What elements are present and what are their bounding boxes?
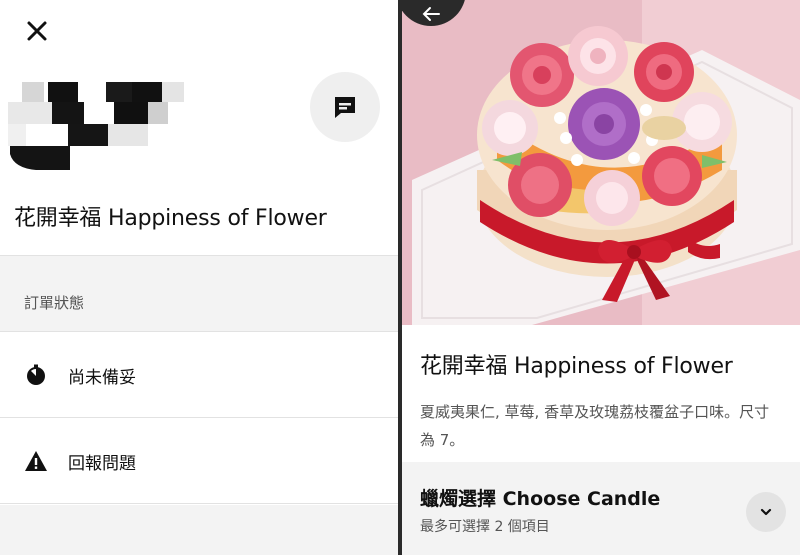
message-icon — [335, 97, 355, 118]
order-status-panel: 花開幸福 Happiness of Flower 訂單狀態 尚未備妥 回報問題 — [0, 0, 398, 555]
timer-icon — [27, 364, 45, 385]
bottom-band — [0, 505, 398, 555]
close-icon — [27, 21, 47, 41]
product-description: 夏威夷果仁, 草莓, 香草及玫瑰荔枝覆盆子口味。尺寸為 7。 — [420, 403, 770, 449]
order-status-row: 尚未備妥 — [0, 332, 398, 418]
section-label: 訂單狀態 — [24, 294, 85, 312]
message-button[interactable] — [310, 72, 380, 142]
product-title: 花開幸福 Happiness of Flower — [420, 354, 733, 379]
arrow-left-icon — [422, 7, 440, 21]
order-status-label: 尚未備妥 — [68, 368, 136, 388]
option-subtitle: 最多可選擇 2 個項目 — [420, 519, 550, 535]
report-problem-row[interactable]: 回報問題 — [0, 418, 398, 504]
candle-option-section[interactable]: 蠟燭選擇 Choose Candle 最多可選擇 2 個項目 — [402, 462, 800, 555]
warning-icon — [25, 451, 47, 471]
report-problem-label: 回報問題 — [68, 454, 136, 474]
product-detail-panel: 花開幸福 Happiness of Flower 夏威夷果仁, 草莓, 香草及玫… — [402, 0, 800, 555]
order-title: 花開幸福 Happiness of Flower — [14, 206, 327, 231]
avatar — [8, 78, 188, 170]
option-title: 蠟燭選擇 Choose Candle — [420, 488, 661, 510]
order-status-section: 訂單狀態 — [0, 255, 398, 332]
chevron-down-icon — [760, 508, 772, 516]
close-button[interactable] — [22, 16, 52, 46]
expand-option-button[interactable] — [746, 492, 786, 532]
product-image — [402, 0, 800, 325]
